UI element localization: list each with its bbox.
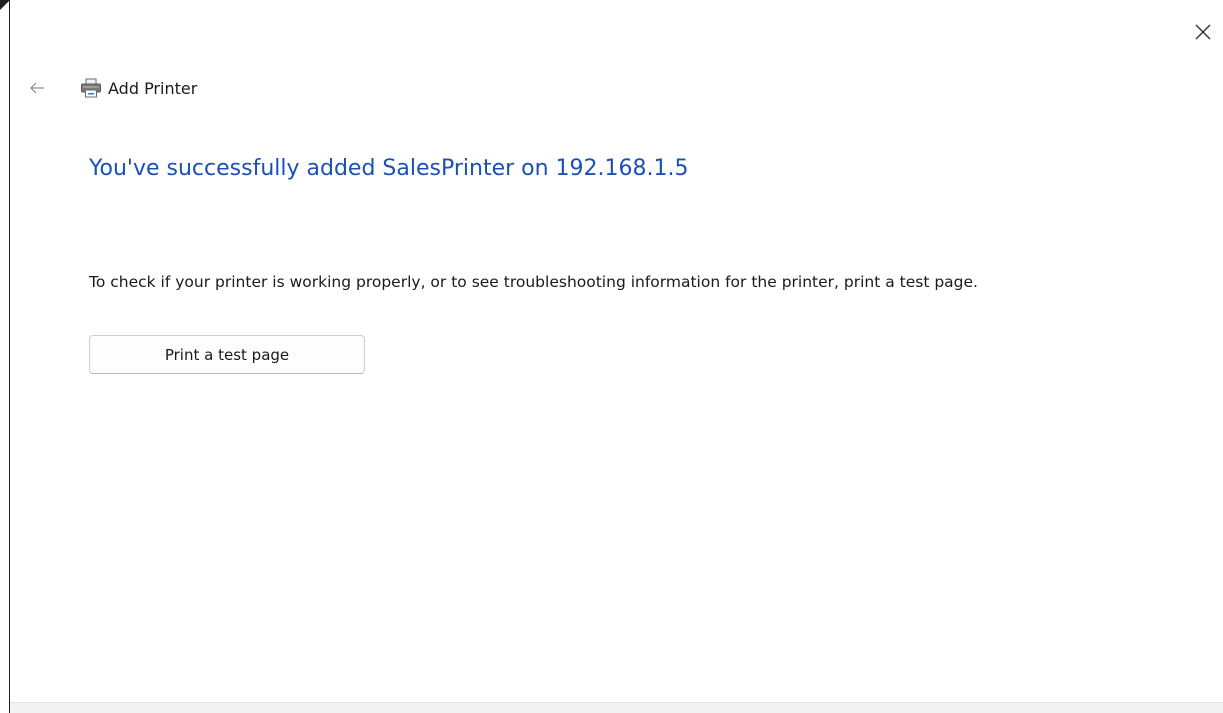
- test-page-instruction: To check if your printer is working prop…: [89, 273, 978, 291]
- back-arrow-icon: [30, 82, 44, 94]
- window-edge-line: [9, 0, 10, 713]
- close-button[interactable]: [1189, 18, 1217, 46]
- add-printer-dialog: Add Printer You've successfully added Sa…: [0, 0, 1223, 713]
- print-test-page-button[interactable]: Print a test page: [89, 335, 365, 374]
- dialog-title: Add Printer: [108, 78, 198, 98]
- close-icon: [1195, 24, 1211, 40]
- success-heading: You've successfully added SalesPrinter o…: [89, 156, 689, 181]
- back-button[interactable]: [26, 77, 48, 99]
- dialog-header: Add Printer: [26, 74, 197, 102]
- window-left-edge: [0, 0, 10, 713]
- printer-icon: [80, 78, 102, 98]
- dialog-footer: [10, 702, 1223, 713]
